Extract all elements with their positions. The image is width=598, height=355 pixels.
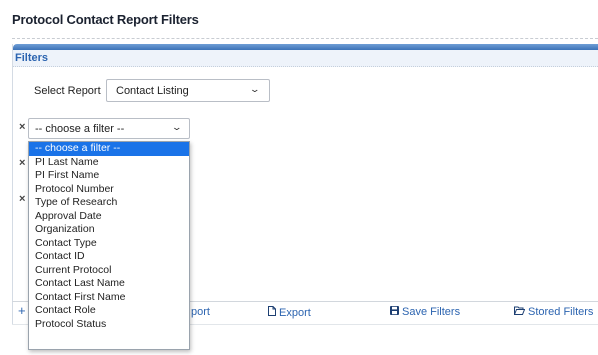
panel-heading-label: Filters	[15, 52, 49, 64]
dropdown-option[interactable]: Contact First Name	[29, 291, 189, 305]
dropdown-option[interactable]: -- choose a filter --	[29, 142, 189, 156]
remove-filter-icon[interactable]: ×	[19, 193, 25, 205]
filter-select-value: -- choose a filter --	[35, 123, 125, 135]
panel-heading: Filters	[13, 50, 598, 67]
select-report-label: Select Report	[34, 85, 101, 97]
page-title: Protocol Contact Report Filters	[12, 12, 199, 27]
chevron-down-icon: ⌄	[249, 84, 261, 94]
remove-filter-icon[interactable]: ×	[19, 121, 25, 133]
dropdown-option[interactable]: Type of Research	[29, 196, 189, 210]
dropdown-option[interactable]: Contact Last Name	[29, 277, 189, 291]
filter-select[interactable]: -- choose a filter -- ⌄	[28, 118, 190, 139]
filter-dropdown-list[interactable]: -- choose a filter -- PI Last Name PI Fi…	[28, 141, 190, 350]
save-filters-label: Save Filters	[402, 306, 461, 318]
save-disk-icon	[390, 306, 399, 318]
stored-filters-label: Stored Filters	[528, 306, 594, 318]
dropdown-option[interactable]: Protocol Number	[29, 183, 189, 197]
select-report-value: Contact Listing	[116, 85, 189, 97]
chevron-down-icon: ⌄	[171, 122, 183, 132]
dropdown-option[interactable]: Organization	[29, 223, 189, 237]
remove-filter-icon[interactable]: ×	[19, 157, 25, 169]
header-divider	[12, 38, 598, 39]
export-button[interactable]: Export	[268, 306, 311, 319]
file-icon	[268, 306, 276, 319]
add-filter-button[interactable]: +	[18, 303, 26, 318]
dropdown-option[interactable]: Protocol Status	[29, 318, 189, 332]
select-report-dropdown[interactable]: Contact Listing ⌄	[106, 79, 270, 102]
run-report-button[interactable]: port	[191, 306, 210, 318]
folder-open-icon	[513, 306, 526, 318]
save-filters-button[interactable]: Save Filters	[390, 306, 460, 318]
dropdown-option[interactable]: PI Last Name	[29, 156, 189, 170]
stored-filters-button[interactable]: Stored Filters	[513, 306, 594, 318]
dropdown-option[interactable]: Current Protocol	[29, 264, 189, 278]
dropdown-option[interactable]: Contact Role	[29, 304, 189, 318]
dropdown-option[interactable]: Contact Type	[29, 237, 189, 251]
dropdown-option[interactable]: Approval Date	[29, 210, 189, 224]
export-label: Export	[279, 307, 311, 319]
dropdown-option[interactable]: PI First Name	[29, 169, 189, 183]
dropdown-option[interactable]: Contact ID	[29, 250, 189, 264]
